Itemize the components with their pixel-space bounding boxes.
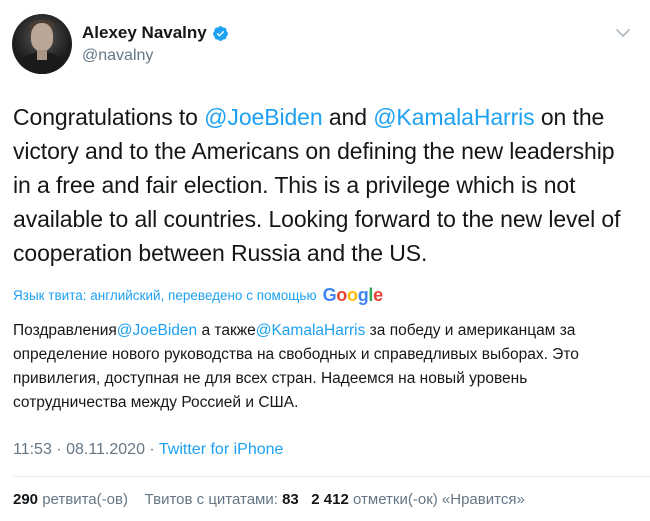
divider — [13, 476, 650, 477]
tweet-text-segment: Congratulations to — [13, 104, 205, 130]
verified-badge-icon — [212, 25, 228, 41]
quotes-count: 83 — [282, 491, 299, 508]
mention-link[interactable]: @JoeBiden — [117, 322, 197, 339]
quotes-label: Твитов с цитатами: — [144, 491, 283, 508]
display-name[interactable]: Alexey Navalny — [82, 23, 207, 43]
google-logo: Google — [322, 285, 384, 305]
avatar[interactable] — [12, 14, 72, 74]
chevron-down-icon[interactable] — [616, 28, 630, 38]
name-row[interactable]: Alexey Navalny — [82, 23, 229, 43]
retweets-count: 290 — [13, 491, 39, 508]
tweet-text-segment: and — [322, 104, 374, 130]
retweets-label: ретвита(-ов) — [38, 491, 128, 508]
quotes-stat[interactable]: Твитов с цитатами: 83 — [145, 491, 299, 508]
mention-link[interactable]: @KamalaHarris — [373, 104, 534, 130]
user-handle[interactable]: @navalny — [82, 47, 153, 65]
tweet-source-link[interactable]: Twitter for iPhone — [159, 441, 284, 458]
translation-attribution: Язык твита: английский, переведено с пом… — [13, 285, 383, 306]
engagement-stats: 290 ретвита(-ов) Твитов с цитатами: 83 2… — [13, 491, 525, 508]
mention-link[interactable]: @JoeBiden — [204, 104, 322, 130]
translated-text-segment: Поздравления — [13, 322, 117, 339]
tweet-time[interactable]: 11:53 — [13, 441, 52, 458]
translated-text: Поздравления@JoeBiden а также@KamalaHarr… — [13, 319, 638, 415]
meta-separator: · — [51, 441, 67, 458]
translated-text-segment: а также — [197, 322, 256, 339]
tweet-text: Congratulations to @JoeBiden and @Kamala… — [13, 100, 638, 270]
mention-link[interactable]: @KamalaHarris — [256, 322, 366, 339]
likes-count: 2 412 — [311, 491, 349, 508]
meta-separator: · — [144, 441, 159, 458]
translation-label[interactable]: Язык твита: английский, переведено с пом… — [13, 288, 317, 303]
tweet-header: Alexey Navalny @navalny — [12, 14, 638, 76]
likes-stat[interactable]: 2 412 отметки(-ок) «Нравится» — [311, 491, 525, 508]
tweet-date[interactable]: 08.11.2020 — [66, 441, 145, 458]
likes-label: отметки(-ок) «Нравится» — [348, 491, 525, 508]
retweets-stat[interactable]: 290 ретвита(-ов) — [13, 491, 128, 508]
tweet-metadata: 11:53 · 08.11.2020 · Twitter for iPhone — [13, 441, 283, 459]
